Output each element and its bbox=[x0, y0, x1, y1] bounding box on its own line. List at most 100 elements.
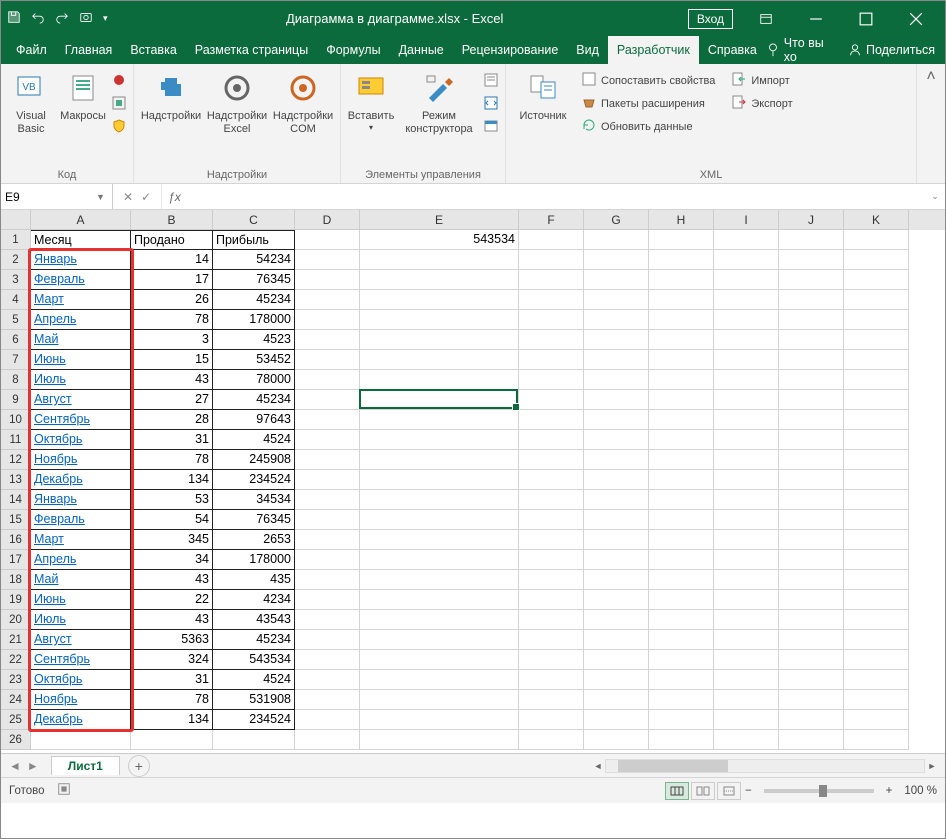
cell-K1[interactable] bbox=[844, 230, 909, 250]
cell-A3[interactable]: Февраль bbox=[31, 270, 131, 290]
cell-E14[interactable] bbox=[360, 490, 519, 510]
sheet-tab-active[interactable]: Лист1 bbox=[51, 756, 120, 775]
cell-K14[interactable] bbox=[844, 490, 909, 510]
row-header[interactable]: 15 bbox=[1, 510, 31, 530]
sheet-nav-prev-icon[interactable]: ◄ bbox=[9, 759, 21, 773]
cell-A20[interactable]: Июль bbox=[31, 610, 131, 630]
insert-control-button[interactable]: Вставить▾ bbox=[347, 68, 395, 134]
cell-A21[interactable]: Август bbox=[31, 630, 131, 650]
page-layout-view-button[interactable] bbox=[691, 782, 715, 800]
minimize-button[interactable] bbox=[793, 1, 839, 36]
cell-I3[interactable] bbox=[714, 270, 779, 290]
cell-C21[interactable]: 45234 bbox=[213, 630, 295, 650]
cell-K18[interactable] bbox=[844, 570, 909, 590]
cell-G16[interactable] bbox=[584, 530, 649, 550]
cell-H2[interactable] bbox=[649, 250, 714, 270]
cell-B4[interactable]: 26 bbox=[131, 290, 213, 310]
import-button[interactable]: Импорт bbox=[728, 70, 795, 91]
cell-E9[interactable] bbox=[360, 390, 519, 410]
zoom-in-button[interactable]: + bbox=[882, 785, 897, 797]
cell-J5[interactable] bbox=[779, 310, 844, 330]
cell-G9[interactable] bbox=[584, 390, 649, 410]
cell-J9[interactable] bbox=[779, 390, 844, 410]
column-header-E[interactable]: E bbox=[360, 210, 519, 230]
view-code-icon[interactable] bbox=[483, 95, 499, 116]
ribbon-display-icon[interactable] bbox=[743, 1, 789, 36]
close-button[interactable] bbox=[893, 1, 939, 36]
cell-C19[interactable]: 4234 bbox=[213, 590, 295, 610]
com-addins-button[interactable]: Надстройки COM bbox=[272, 68, 334, 137]
cell-C9[interactable]: 45234 bbox=[213, 390, 295, 410]
cell-J2[interactable] bbox=[779, 250, 844, 270]
cell-A6[interactable]: Май bbox=[31, 330, 131, 350]
cell-C26[interactable] bbox=[213, 730, 295, 750]
cell-H14[interactable] bbox=[649, 490, 714, 510]
cell-G10[interactable] bbox=[584, 410, 649, 430]
tab-formulas[interactable]: Формулы bbox=[317, 36, 389, 64]
cell-D2[interactable] bbox=[295, 250, 360, 270]
cell-I9[interactable] bbox=[714, 390, 779, 410]
cell-D24[interactable] bbox=[295, 690, 360, 710]
cell-A14[interactable]: Январь bbox=[31, 490, 131, 510]
cell-A10[interactable]: Сентябрь bbox=[31, 410, 131, 430]
cell-F7[interactable] bbox=[519, 350, 584, 370]
cell-C5[interactable]: 178000 bbox=[213, 310, 295, 330]
cell-F15[interactable] bbox=[519, 510, 584, 530]
zoom-slider-thumb[interactable] bbox=[819, 785, 827, 797]
macros-button[interactable]: Макросы bbox=[59, 68, 107, 125]
cell-J12[interactable] bbox=[779, 450, 844, 470]
cell-E2[interactable] bbox=[360, 250, 519, 270]
cell-H18[interactable] bbox=[649, 570, 714, 590]
cell-B21[interactable]: 5363 bbox=[131, 630, 213, 650]
cell-G25[interactable] bbox=[584, 710, 649, 730]
relative-refs-icon[interactable] bbox=[111, 95, 127, 116]
cell-J18[interactable] bbox=[779, 570, 844, 590]
cell-I5[interactable] bbox=[714, 310, 779, 330]
enter-formula-icon[interactable]: ✓ bbox=[141, 190, 151, 204]
cell-B1[interactable]: Продано bbox=[131, 230, 213, 250]
cell-E1[interactable]: 543534 bbox=[360, 230, 519, 250]
export-button[interactable]: Экспорт bbox=[728, 93, 795, 114]
row-header[interactable]: 1 bbox=[1, 230, 31, 250]
cell-E24[interactable] bbox=[360, 690, 519, 710]
cell-E18[interactable] bbox=[360, 570, 519, 590]
cell-A16[interactable]: Март bbox=[31, 530, 131, 550]
cell-I12[interactable] bbox=[714, 450, 779, 470]
cell-F25[interactable] bbox=[519, 710, 584, 730]
cell-H4[interactable] bbox=[649, 290, 714, 310]
cell-G8[interactable] bbox=[584, 370, 649, 390]
design-mode-button[interactable]: Режим конструктора bbox=[399, 68, 479, 137]
cell-H23[interactable] bbox=[649, 670, 714, 690]
cell-H9[interactable] bbox=[649, 390, 714, 410]
map-properties-button[interactable]: Сопоставить свойства bbox=[578, 70, 718, 91]
cell-G14[interactable] bbox=[584, 490, 649, 510]
login-button[interactable]: Вход bbox=[688, 9, 733, 29]
cell-D22[interactable] bbox=[295, 650, 360, 670]
normal-view-button[interactable] bbox=[665, 782, 689, 800]
cell-D17[interactable] bbox=[295, 550, 360, 570]
cell-E5[interactable] bbox=[360, 310, 519, 330]
cell-C23[interactable]: 4524 bbox=[213, 670, 295, 690]
cell-B22[interactable]: 324 bbox=[131, 650, 213, 670]
cell-B16[interactable]: 345 bbox=[131, 530, 213, 550]
cell-F9[interactable] bbox=[519, 390, 584, 410]
tab-developer[interactable]: Разработчик bbox=[608, 36, 699, 64]
cell-E8[interactable] bbox=[360, 370, 519, 390]
cell-H21[interactable] bbox=[649, 630, 714, 650]
cell-F14[interactable] bbox=[519, 490, 584, 510]
cell-F20[interactable] bbox=[519, 610, 584, 630]
column-header-A[interactable]: A bbox=[31, 210, 131, 230]
cell-G23[interactable] bbox=[584, 670, 649, 690]
row-header[interactable]: 19 bbox=[1, 590, 31, 610]
cell-B18[interactable]: 43 bbox=[131, 570, 213, 590]
visual-basic-button[interactable]: VB Visual Basic bbox=[7, 68, 55, 137]
tab-file[interactable]: Файл bbox=[7, 36, 56, 64]
cell-F3[interactable] bbox=[519, 270, 584, 290]
macro-security-icon[interactable] bbox=[111, 118, 127, 139]
cell-K9[interactable] bbox=[844, 390, 909, 410]
zoom-slider[interactable] bbox=[764, 789, 874, 793]
cell-B23[interactable]: 31 bbox=[131, 670, 213, 690]
add-sheet-button[interactable]: + bbox=[128, 755, 150, 777]
cell-C24[interactable]: 531908 bbox=[213, 690, 295, 710]
cell-G18[interactable] bbox=[584, 570, 649, 590]
